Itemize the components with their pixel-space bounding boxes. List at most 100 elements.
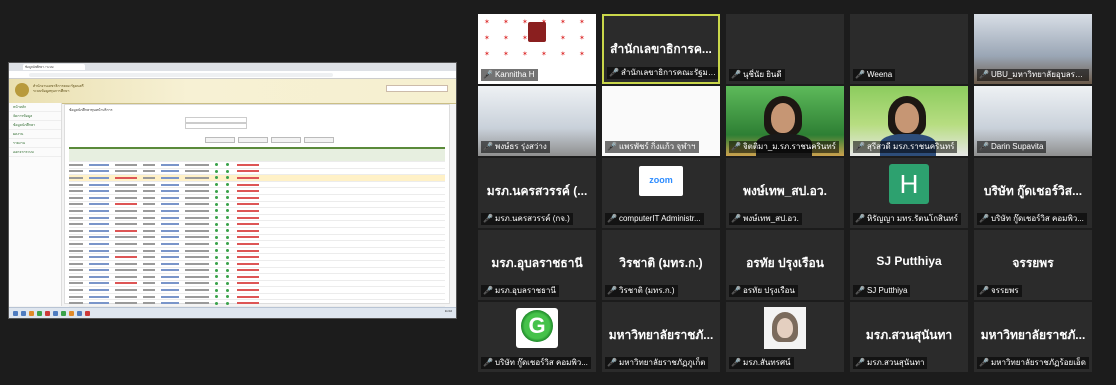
sidebar-item[interactable]: หน้าหลัก (9, 103, 61, 112)
mic-muted-icon: 🎤 (731, 358, 741, 367)
participant-name-label: 🎤 บริษัท กู๊ดเชอร์วิส คอมพิว... (977, 213, 1087, 225)
table-row[interactable] (69, 254, 445, 261)
participant-name: SJ Putthiya (866, 286, 908, 295)
taskbar-app-icon[interactable] (61, 310, 66, 316)
table-row[interactable] (69, 175, 445, 182)
participant-tile[interactable]: ✶✶✶✶✶✶✶✶✶✶✶✶✶✶✶✶✶✶🎤Kannitha H (478, 14, 596, 84)
participant-tile[interactable]: มหาวิทยาลัยราชภั... 🎤 มหาวิทยาลัยราชภัฏร้อ… (974, 302, 1092, 372)
table-row[interactable] (69, 235, 445, 242)
participant-tile[interactable]: มหาวิทยาลัยราชภั... 🎤 มหาวิทยาลัยราชภัฏภูเ… (602, 302, 720, 372)
participant-tile[interactable]: 🎤 Darin Supavita (974, 86, 1092, 156)
breadcrumb: ข้อมูลนักศึกษาทุนหน้าบริการ (69, 108, 113, 112)
filter-tab[interactable] (238, 137, 268, 143)
person-face (895, 103, 919, 133)
participant-tile[interactable]: มรภ.นครสวรรค์ (... 🎤 มรภ.นครสวรรค์ (กจ.) (478, 158, 596, 228)
participant-name: UBU_มหาวิทยาลัยอุบลรา... (990, 70, 1087, 79)
taskbar-app-icon[interactable] (69, 310, 74, 316)
participant-display-name: มรภ.อุบลราชธานี (491, 256, 583, 270)
participant-tile[interactable]: G 🎤 บริษัท กู๊ดเชอร์วิส คอมพิว... (478, 302, 596, 372)
mic-muted-icon: 🎤 (483, 358, 493, 367)
participant-name: หิรัญญา มทร.รัตนโกสินทร์ (866, 214, 958, 223)
mic-muted-icon: 🎤 (731, 142, 741, 151)
participant-tile[interactable]: SJ Putthiya 🎤 SJ Putthiya (850, 230, 968, 300)
mic-muted-icon: 🎤 (731, 286, 741, 295)
taskbar-app-icon[interactable] (53, 310, 58, 316)
participant-tile[interactable]: 🎤 นุชี่นัย ยินดี (726, 14, 844, 84)
url-field[interactable] (29, 72, 333, 77)
table-row[interactable] (69, 202, 445, 209)
banner-subtitle: ระบบข้อมูลทุนการศึกษา (33, 88, 70, 93)
participant-tile[interactable]: zoom 🎤 computerIT Administr... (602, 158, 720, 228)
participant-tile[interactable]: 🎤 Weena (850, 14, 968, 84)
table-row[interactable] (69, 281, 445, 288)
mic-muted-icon: 🎤 (979, 70, 989, 79)
zoom-logo-text: zoom (649, 175, 673, 185)
user-menu-button[interactable] (386, 85, 448, 92)
participant-name-label: 🎤 Darin Supavita (977, 141, 1047, 153)
taskbar-app-icon[interactable] (21, 310, 26, 316)
person-face (771, 103, 795, 133)
sidebar-item[interactable]: ผลงาน (9, 130, 61, 139)
table-row[interactable] (69, 188, 445, 195)
participant-tile[interactable]: 🎤 มรภ.สันทรศน์ (726, 302, 844, 372)
participant-name-label: 🎤 สำนักเลขาธิการคณะรัฐมนตรี (607, 67, 718, 79)
table-row[interactable] (69, 274, 445, 281)
participant-tile[interactable]: 🎤 จิตติมา_ม.รภ.ราชนครินทร์ (726, 86, 844, 156)
filter-select[interactable] (185, 123, 247, 129)
filter-tab[interactable] (304, 137, 334, 143)
sidebar-item[interactable]: ออกจากระบบ (9, 148, 61, 157)
table-row[interactable] (69, 169, 445, 176)
participant-tile[interactable]: H 🎤 หิรัญญา มทร.รัตนโกสินทร์ (850, 158, 968, 228)
participant-tile[interactable]: วิรชาติ (มทร.ก.) 🎤 วิรชาติ (มทร.ก.) (602, 230, 720, 300)
table-row[interactable] (69, 261, 445, 268)
participant-name: สุรีสวดี มรภ.ราชนครินทร์ (866, 142, 955, 151)
table-row[interactable] (69, 248, 445, 255)
table-row[interactable] (69, 195, 445, 202)
taskbar-app-icon[interactable] (77, 310, 82, 316)
shared-screen[interactable]: ข้อมูลนักศึกษา / ระบบ สำนักงานเลขาธิการค… (8, 62, 457, 319)
participant-tile[interactable]: มรภ.อุบลราชธานี 🎤 มรภ.อุบลราชธานี (478, 230, 596, 300)
table-row[interactable] (69, 162, 445, 169)
taskbar-app-icon[interactable] (29, 310, 34, 316)
table-row[interactable] (69, 228, 445, 235)
sidebar-item[interactable]: จัดการข้อมูล (9, 112, 61, 121)
participant-tile[interactable]: 🎤 สุรีสวดี มรภ.ราชนครินทร์ (850, 86, 968, 156)
participant-name-label: 🎤 พงษ์เทพ_สป.อว. (729, 213, 802, 225)
participant-tile[interactable]: อรทัย ปรุงเรือน 🎤 อรทัย ปรุงเรือน (726, 230, 844, 300)
table-row[interactable] (69, 241, 445, 248)
taskbar-app-icon[interactable] (37, 310, 42, 316)
participant-tile[interactable]: มรภ.สวนสุนันทา 🎤 มรภ.สวนสุนันทา (850, 302, 968, 372)
participant-tile[interactable]: บริษัท กู๊ดเชอร์วิส... 🎤 บริษัท กู๊ดเชอร์ว… (974, 158, 1092, 228)
decor-pattern: ✶ (560, 19, 566, 26)
table-row[interactable] (69, 215, 445, 222)
table-row[interactable] (69, 287, 445, 294)
banner-title: สำนักงานเลขาธิการคณะรัฐมนตรี (33, 84, 84, 88)
site-main: ข้อมูลนักศึกษาทุนหน้าบริการ (64, 104, 450, 308)
table-row[interactable] (69, 294, 445, 301)
participant-display-name: จรรยพร (1012, 256, 1054, 270)
table-row[interactable] (69, 221, 445, 228)
taskbar-app-icon[interactable] (45, 310, 50, 316)
sidebar-item[interactable]: ข้อมูลนักศึกษา (9, 121, 61, 130)
decor-pattern: ✶ (560, 51, 566, 58)
browser-tab[interactable]: ข้อมูลนักศึกษา / ระบบ (23, 64, 85, 70)
table-row[interactable] (69, 268, 445, 275)
mic-muted-icon: 🎤 (855, 214, 865, 223)
mic-muted-icon: 🎤 (855, 286, 865, 295)
participant-tile[interactable]: 🎤 แพรพัชร์ กิ่งแก้ว จุฬาฯ (602, 86, 720, 156)
participant-tile[interactable]: พงษ์เทพ_สป.อว. 🎤 พงษ์เทพ_สป.อว. (726, 158, 844, 228)
taskbar-app-icon[interactable] (85, 310, 90, 316)
filter-tab[interactable] (205, 137, 235, 143)
table-row[interactable] (69, 182, 445, 189)
filter-tab[interactable] (271, 137, 301, 143)
participant-name-label: 🎤 วิรชาติ (มทร.ก.) (605, 285, 678, 297)
participant-tile[interactable]: จรรยพร 🎤 จรรยพร (974, 230, 1092, 300)
start-icon[interactable] (13, 310, 18, 316)
participant-name-label: 🎤 computerIT Administr... (605, 213, 704, 225)
sidebar-item[interactable]: รายงาน (9, 139, 61, 148)
table-row[interactable] (69, 208, 445, 215)
browser-tabbar: ข้อมูลนักศึกษา / ระบบ (9, 63, 456, 71)
participant-tile[interactable]: 🎤 พงษ์ธร รุ่งสว่าง (478, 86, 596, 156)
participant-tile[interactable]: 🎤 UBU_มหาวิทยาลัยอุบลรา... (974, 14, 1092, 84)
participant-tile[interactable]: สำนักเลขาธิการค... 🎤 สำนักเลขาธิการคณะรัฐม… (602, 14, 720, 84)
